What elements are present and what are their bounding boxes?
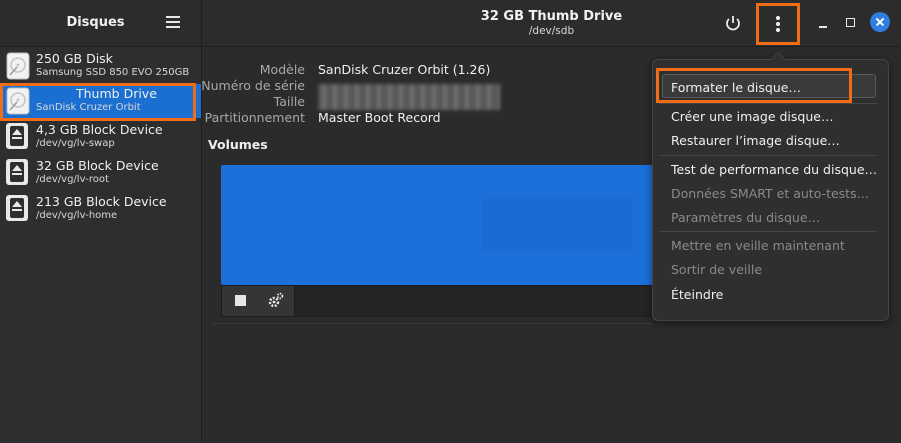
maximize-button[interactable] [843,14,859,30]
serial-label: Numéro de série [201,78,305,93]
gears-icon [268,292,284,308]
header-bar: 32 GB Thumb Drive /dev/sdb [202,0,901,47]
disk-path: /dev/vg/lv-swap [36,138,115,149]
size-label: Taille [273,94,305,109]
volumes-title: Volumes [208,137,268,152]
disk-name: 32 GB Block Device [36,158,159,173]
sidebar-item-swap[interactable]: 4,3 GB Block Device /dev/vg/lv-swap [0,120,201,154]
minimize-button[interactable] [816,14,832,30]
menu-item-disk-settings: Paramètres du disque… [671,210,821,225]
menu-item-create-image[interactable]: Créer une image disque… [671,109,833,124]
power-icon[interactable] [724,14,742,32]
sidebar-title: Disques [66,15,125,30]
sidebar: Disques 250 GB Disk Samsung SSD 850 EVO … [0,0,202,443]
volume-toolbar [221,285,661,317]
menu-separator [659,231,877,232]
eject-icon [6,159,30,187]
eject-icon [6,195,30,223]
highlight-frame [0,83,196,121]
model-label: Modèle [259,62,305,77]
highlight-frame [656,68,852,103]
volume-partition [482,199,632,251]
menu-separator [659,155,877,156]
close-button[interactable] [870,12,890,32]
menu-item-wakeup: Sortir de veille [671,262,763,277]
redacted-values [318,84,500,110]
menu-separator [659,103,877,104]
hard-disk-icon [6,52,30,80]
model-value: SanDisk Cruzer Orbit (1.26) [318,62,491,77]
disk-path: /dev/vg/lv-home [36,210,118,221]
sidebar-item-250gb-disk[interactable]: 250 GB Disk Samsung SSD 850 EVO 250GB [0,49,201,83]
sidebar-item-home[interactable]: 213 GB Block Device /dev/vg/lv-home [0,192,201,226]
partitioning-label: Partitionnement [204,110,305,125]
settings-button[interactable] [258,286,295,316]
menu-item-power-off[interactable]: Éteindre [671,287,723,302]
menu-item-benchmark[interactable]: Test de performance du disque… [671,162,877,177]
sidebar-item-root[interactable]: 32 GB Block Device /dev/vg/lv-root [0,156,201,190]
highlight-frame [756,3,800,45]
sidebar-header: Disques [0,0,201,47]
hamburger-menu-icon[interactable] [166,16,180,28]
divider [212,323,652,324]
disk-name: 250 GB Disk [36,51,113,66]
menu-item-standby: Mettre en veille maintenant [671,238,845,253]
disk-model: Samsung SSD 850 EVO 250GB [36,67,190,78]
disk-name: 4,3 GB Block Device [36,122,163,137]
disk-path: /dev/vg/lv-root [36,174,109,185]
menu-item-restore-image[interactable]: Restaurer l’image disque… [671,133,840,148]
menu-item-smart: Données SMART et auto-tests… [671,186,870,201]
partitioning-value: Master Boot Record [318,110,441,125]
eject-icon [6,123,30,151]
disk-name: 213 GB Block Device [36,194,167,209]
stop-button[interactable] [222,286,259,316]
